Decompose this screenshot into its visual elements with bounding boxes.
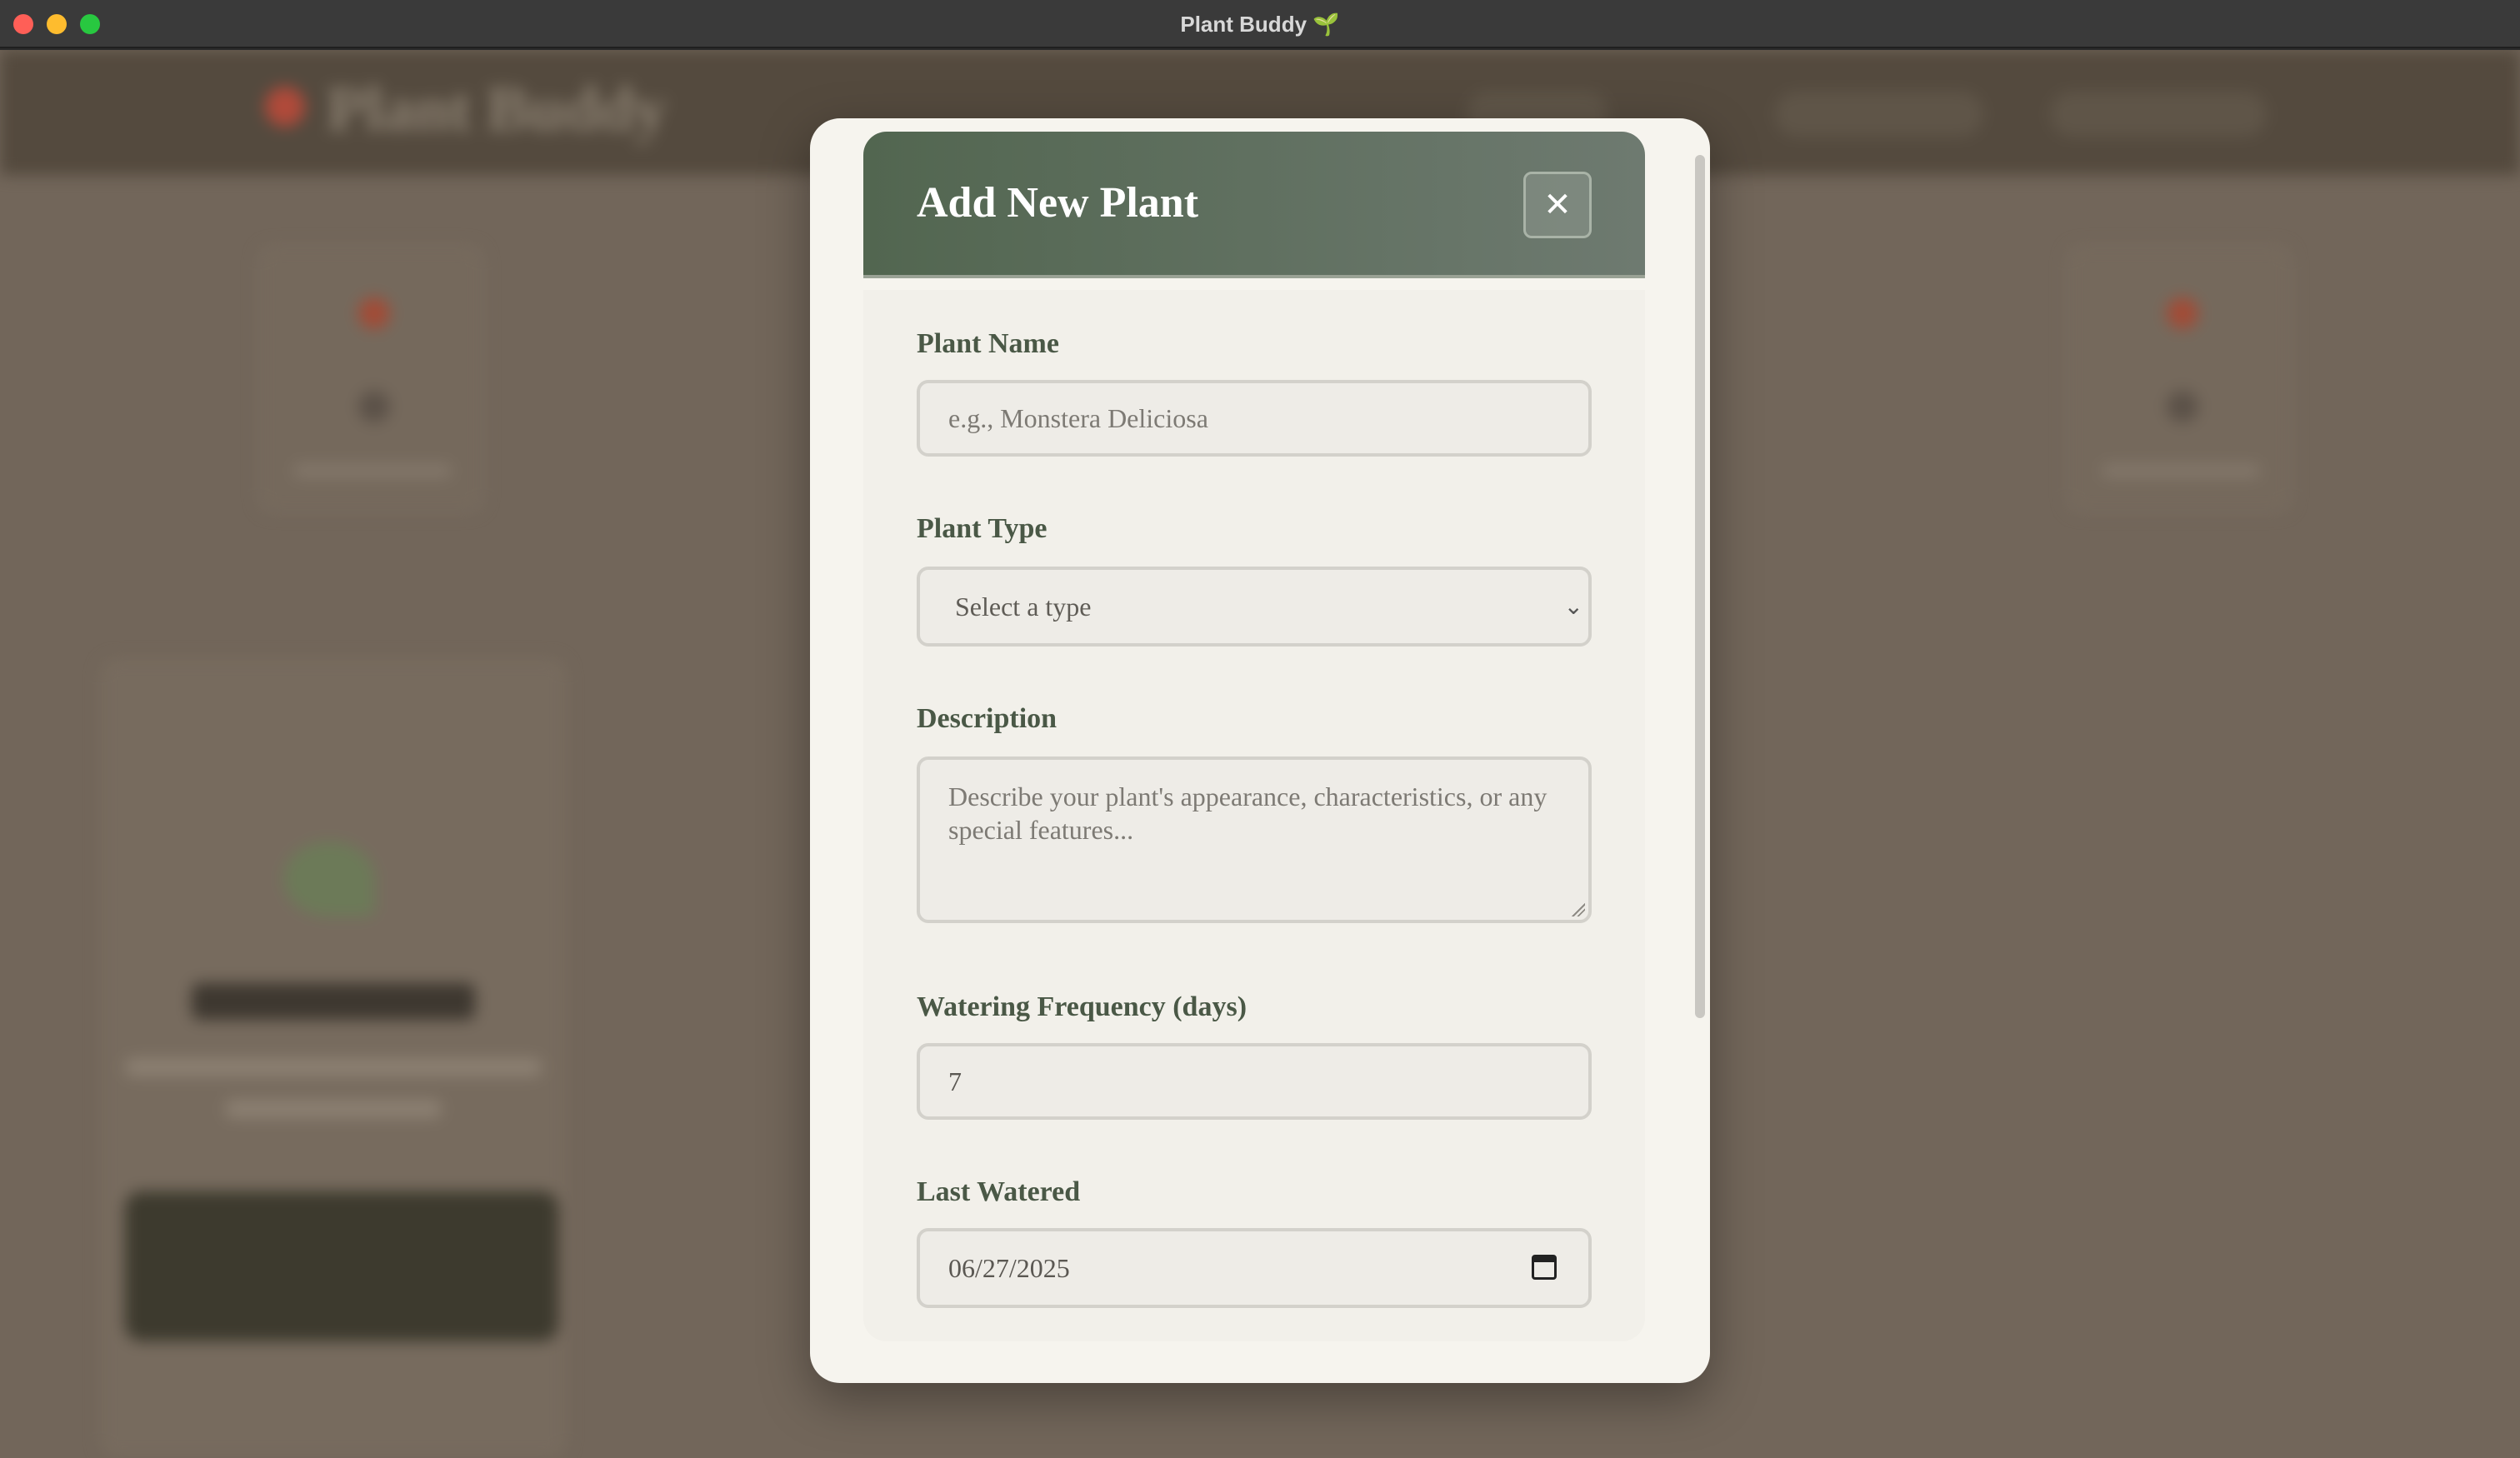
nav-button — [2050, 92, 2267, 137]
plant-type-selected: Select a type — [955, 592, 1092, 622]
close-modal-button[interactable]: ✕ — [1523, 172, 1592, 238]
stat-icon — [2167, 297, 2198, 329]
watering-frequency-input[interactable]: 7 — [917, 1043, 1592, 1120]
modal-title: Add New Plant — [917, 179, 1199, 227]
window-titlebar: Plant Buddy 🌱 — [0, 0, 2520, 48]
stat-icon — [358, 297, 390, 329]
close-icon: ✕ — [1543, 186, 1572, 224]
chevron-down-icon: ⌄ — [1563, 592, 1583, 620]
plant-name-input[interactable]: e.g., Monstera Deliciosa — [917, 380, 1592, 457]
plant-type-label: Plant Type — [917, 513, 1048, 544]
last-watered-value: 06/27/2025 — [948, 1253, 1070, 1283]
window-title: Plant Buddy 🌱 — [1180, 12, 1340, 37]
plant-form: Plant Name e.g., Monstera Deliciosa Plan… — [863, 290, 1645, 1341]
empty-state-panel — [100, 658, 567, 1458]
app-logo: Plant Buddy — [327, 74, 667, 144]
stat-icon — [358, 391, 390, 422]
stat-card — [258, 246, 483, 512]
plant-icon — [283, 841, 375, 916]
modal-header: Add New Plant ✕ — [863, 132, 1645, 278]
resize-handle-icon[interactable] — [1572, 903, 1585, 916]
add-plant-background-button — [125, 1191, 558, 1341]
modal-scrollbar[interactable] — [1695, 155, 1705, 1018]
watering-frequency-label: Watering Frequency (days) — [917, 991, 1248, 1022]
description-placeholder: Describe your plant's appearance, charac… — [948, 781, 1548, 845]
plant-type-select[interactable]: Select a type ⌄ — [917, 567, 1592, 647]
plant-name-placeholder: e.g., Monstera Deliciosa — [948, 403, 1208, 433]
calendar-icon[interactable] — [1532, 1255, 1557, 1280]
last-watered-label: Last Watered — [917, 1176, 1081, 1207]
description-textarea[interactable]: Describe your plant's appearance, charac… — [917, 756, 1592, 923]
plant-name-label: Plant Name — [917, 328, 1059, 359]
stat-card — [2067, 246, 2292, 512]
stat-icon — [2167, 391, 2198, 422]
watering-frequency-value: 7 — [948, 1066, 962, 1096]
last-watered-date-input[interactable]: 06/27/2025 — [917, 1228, 1592, 1308]
heart-logo-icon — [265, 87, 305, 127]
add-plant-modal: Add New Plant ✕ Plant Name e.g., Monster… — [810, 118, 1710, 1383]
description-label: Description — [917, 703, 1058, 734]
nav-button — [1775, 92, 1983, 137]
